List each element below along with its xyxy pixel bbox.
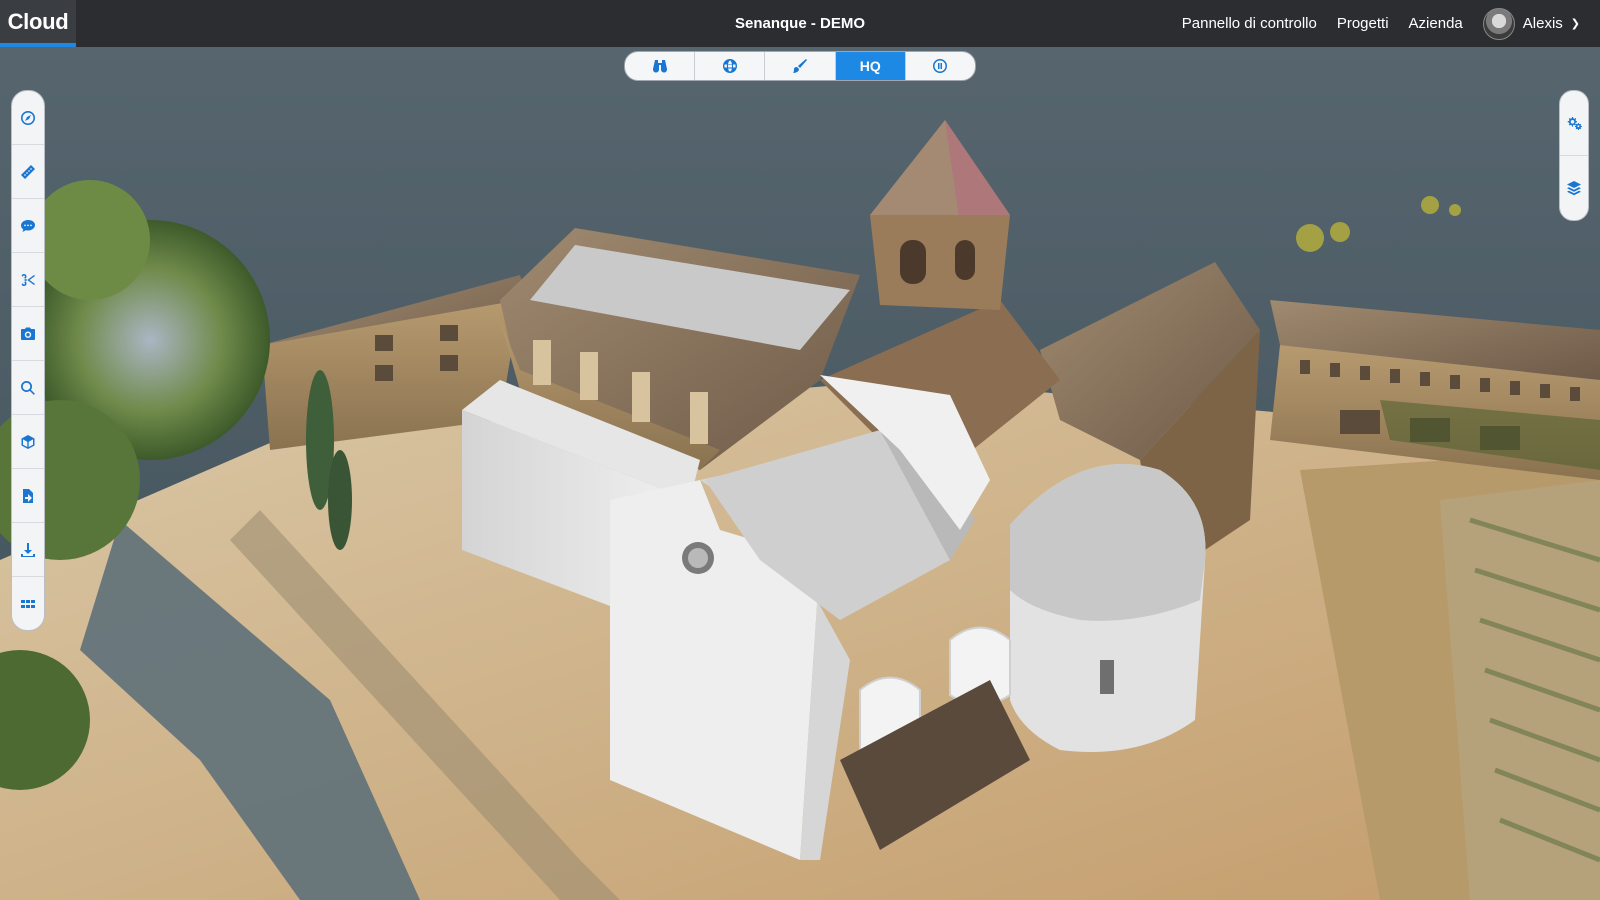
scissors-icon — [21, 273, 35, 286]
search-tool[interactable] — [12, 361, 44, 415]
layers-icon — [1567, 181, 1581, 196]
layers-panel-button[interactable] — [1560, 156, 1588, 220]
chevron-down-icon: ❯ — [1570, 18, 1580, 30]
top-bar: Cloud Senanque - DEMO Pannello di contro… — [0, 0, 1600, 47]
nav-projects[interactable]: Progetti — [1337, 15, 1389, 32]
model-tool[interactable] — [12, 415, 44, 469]
clipping-tool[interactable] — [12, 253, 44, 307]
binoculars-icon — [652, 60, 667, 73]
annotation-tool[interactable] — [12, 199, 44, 253]
settings-panel-button[interactable] — [1560, 91, 1588, 156]
measure-tool[interactable] — [12, 145, 44, 199]
nav-dashboard[interactable]: Pannello di controllo — [1182, 15, 1317, 32]
download-icon — [21, 542, 35, 557]
import-tool[interactable] — [12, 469, 44, 523]
apps-tool[interactable] — [12, 577, 44, 630]
globe-button[interactable] — [695, 52, 766, 80]
brush-icon — [793, 59, 807, 73]
user-menu[interactable]: Alexis ❯ — [1482, 7, 1580, 40]
cube-icon — [21, 434, 35, 449]
ruler-icon — [21, 164, 35, 179]
hq-toggle-button[interactable]: HQ — [835, 52, 906, 80]
binoculars-button[interactable] — [625, 52, 696, 80]
view-toolbar: HQ — [624, 51, 976, 81]
compass-icon — [21, 110, 35, 125]
pause-icon — [933, 59, 948, 73]
right-toolbar — [1559, 90, 1589, 221]
point-cloud-scene — [0, 47, 1600, 900]
brand-logo[interactable]: Cloud — [0, 0, 76, 47]
user-name: Alexis — [1522, 15, 1563, 32]
viewer-canvas[interactable] — [0, 47, 1600, 900]
search-icon — [21, 380, 35, 395]
comment-icon — [21, 219, 35, 232]
left-toolbar — [11, 90, 45, 631]
camera-icon — [21, 327, 35, 340]
nav-company[interactable]: Azienda — [1409, 15, 1463, 32]
screenshot-tool[interactable] — [12, 307, 44, 361]
navigation-tool[interactable] — [12, 91, 44, 145]
download-tool[interactable] — [12, 523, 44, 577]
file-import-icon — [23, 488, 33, 503]
globe-icon — [722, 59, 737, 73]
pause-button[interactable] — [906, 52, 975, 80]
grid-icon — [21, 599, 35, 608]
avatar — [1482, 7, 1515, 40]
settings-gears-icon — [1567, 117, 1582, 130]
main-nav: Pannello di controllo Progetti Azienda A… — [1182, 0, 1580, 47]
brush-button[interactable] — [765, 52, 836, 80]
